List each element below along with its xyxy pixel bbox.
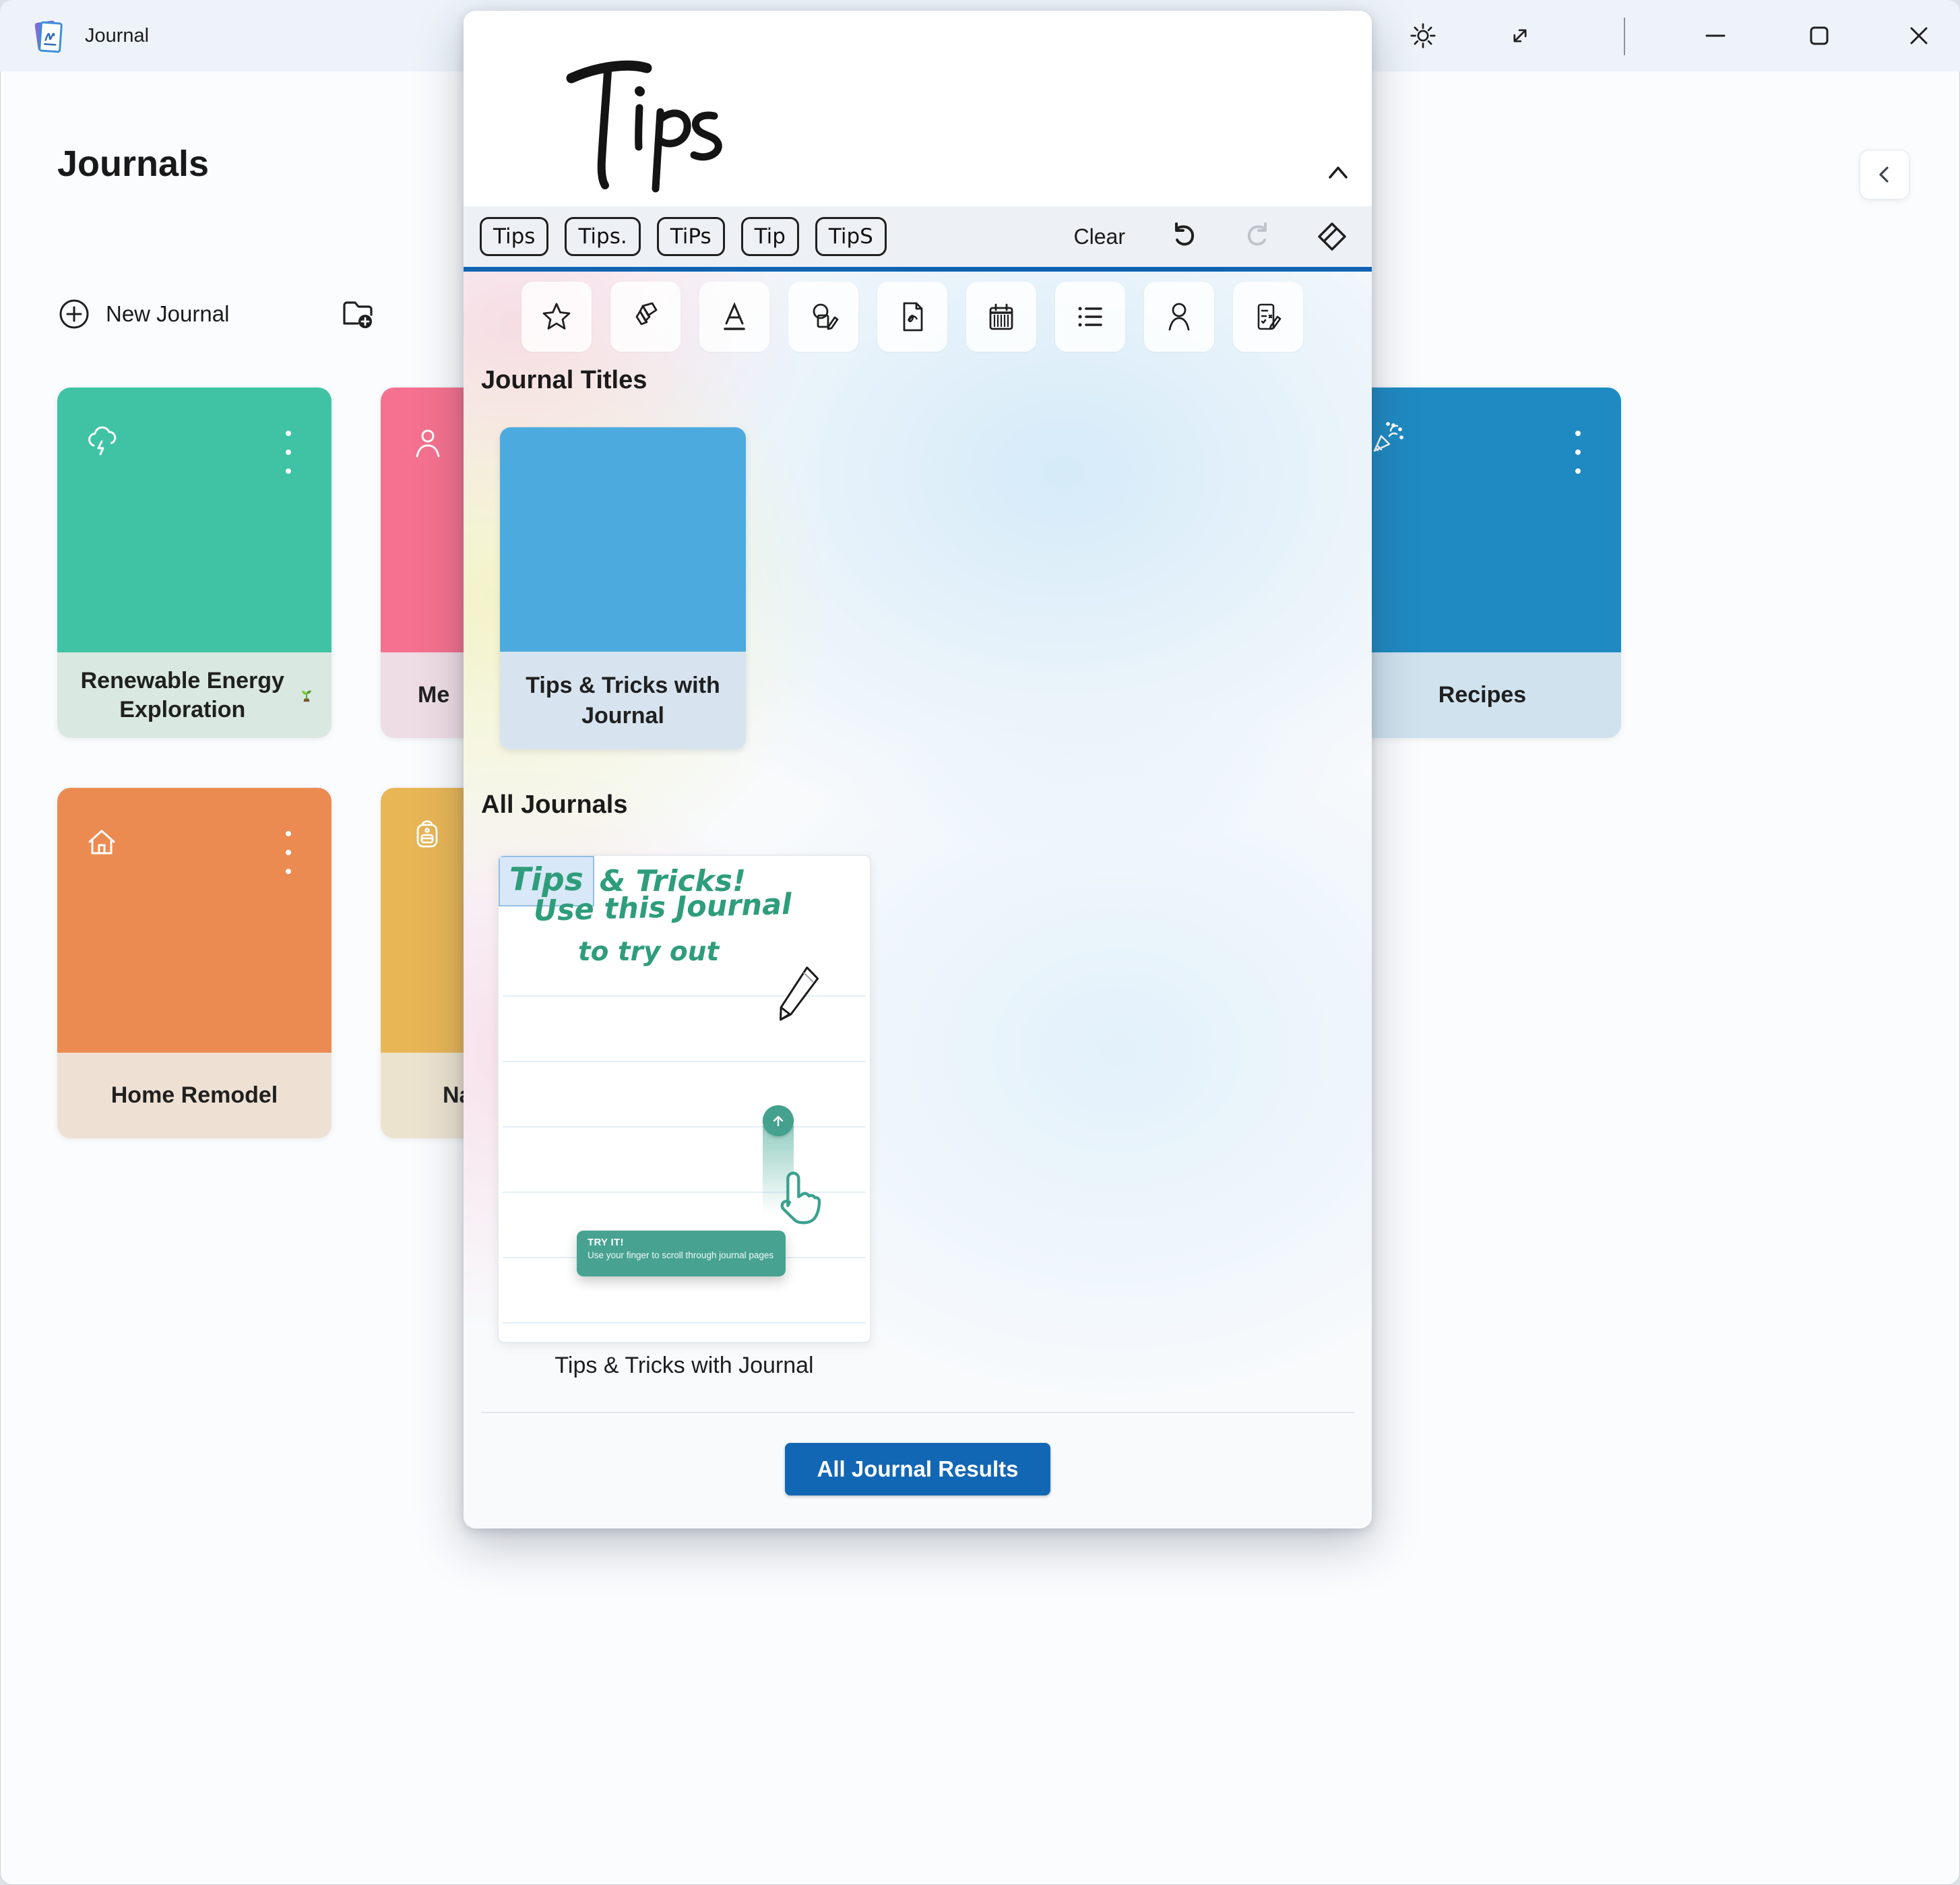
journal-card-home-remodel[interactable]: Home Remodel <box>57 788 331 1138</box>
cloud-lightning-icon <box>84 424 119 459</box>
star-icon <box>539 299 574 334</box>
results-divider <box>481 1412 1354 1413</box>
filter-text-button[interactable] <box>699 282 769 352</box>
filter-drawings-button[interactable] <box>788 282 858 352</box>
tooltip-body: Use your finger to scroll through journa… <box>588 1250 775 1260</box>
minimize-button[interactable] <box>1688 9 1742 63</box>
hand-gesture-icon <box>765 1165 833 1240</box>
filter-highlight-button[interactable] <box>610 282 681 352</box>
titlebar-divider <box>1624 18 1625 55</box>
filter-favorites-button[interactable] <box>521 282 592 352</box>
handwritten-query-tips <box>563 53 738 194</box>
person-icon <box>412 427 444 459</box>
all-journal-results-button[interactable]: All Journal Results <box>785 1443 1050 1495</box>
calendar-icon <box>984 299 1019 334</box>
tooltip-title: TRY IT! <box>588 1237 775 1248</box>
close-button[interactable] <box>1892 9 1946 63</box>
chevron-left-icon <box>1873 163 1896 186</box>
section-journal-titles: Journal Titles <box>481 366 647 395</box>
journal-page-result[interactable]: Use this Journal to try out Tips & Trick… <box>497 855 871 1343</box>
highlighter-icon <box>628 299 663 334</box>
expand-button[interactable] <box>1493 9 1547 63</box>
undo-button[interactable] <box>1168 221 1199 252</box>
card-title: Recipes <box>1439 681 1526 710</box>
section-all-journals: All Journals <box>481 791 628 820</box>
filter-lists-button[interactable] <box>1055 282 1125 352</box>
eraser-button[interactable] <box>1317 221 1348 252</box>
collapse-search-button[interactable] <box>1321 158 1356 187</box>
filter-dates-button[interactable] <box>966 282 1036 352</box>
card-menu-button[interactable] <box>275 427 302 478</box>
list-icon <box>1073 299 1108 334</box>
suggestion-chip[interactable]: TipS <box>815 217 887 256</box>
search-overlay: Tips Tips. TiPs Tip TipS Clear <box>464 11 1372 1528</box>
text-icon <box>717 299 752 334</box>
filter-people-button[interactable] <box>1144 282 1214 352</box>
new-journal-label: New Journal <box>106 301 229 327</box>
new-journal-button[interactable]: New Journal <box>57 294 229 334</box>
scroll-up-indicator <box>763 1105 794 1136</box>
page-handwriting-line1: Use this Journal <box>533 888 792 928</box>
checklist-pen-icon <box>1251 299 1286 334</box>
expand-icon <box>1507 22 1534 49</box>
new-folder-button[interactable] <box>334 291 379 336</box>
suggestion-chip[interactable]: Tips. <box>565 217 640 256</box>
filter-row <box>521 282 1303 352</box>
filter-pdf-button[interactable] <box>877 282 947 352</box>
party-popper-icon <box>1369 419 1407 456</box>
chevron-up-icon <box>1323 161 1353 184</box>
card-menu-button[interactable] <box>1564 427 1591 478</box>
page-result-caption: Tips & Tricks with Journal <box>497 1353 871 1379</box>
pen-illustration <box>769 960 825 1030</box>
redo-button[interactable] <box>1242 221 1273 252</box>
shapes-pen-icon <box>806 299 841 334</box>
journal-title-result[interactable]: Tips & Tricks with Journal <box>500 427 746 749</box>
journal-app-icon <box>30 18 66 54</box>
maximize-icon <box>1807 24 1831 48</box>
suggestion-chip[interactable]: Tips <box>480 217 548 256</box>
card-title: Renewable Energy Exploration <box>73 667 292 724</box>
try-it-tooltip: TRY IT! Use your finger to scroll throug… <box>577 1231 786 1276</box>
folder-plus-icon <box>337 294 376 333</box>
page-title: Journals <box>57 143 209 185</box>
gear-icon <box>1409 22 1437 50</box>
app-window: Journal Journals New Journal <box>0 0 1960 1885</box>
clear-button[interactable]: Clear <box>1074 224 1125 249</box>
person-icon <box>1162 299 1197 334</box>
card-title: Home Remodel <box>111 1081 278 1110</box>
result-title: Tips & Tricks with Journal <box>520 671 726 730</box>
journal-card-renewable-energy[interactable]: Renewable Energy Exploration <box>57 388 331 738</box>
handwriting-canvas[interactable] <box>464 11 1372 206</box>
maximize-button[interactable] <box>1792 9 1846 63</box>
settings-button[interactable] <box>1396 9 1450 63</box>
app-title: Journal <box>85 0 149 71</box>
page-handwriting-line2: to try out <box>578 937 719 967</box>
backpack-icon <box>409 815 445 851</box>
filter-forms-button[interactable] <box>1233 282 1303 352</box>
pdf-icon <box>895 299 930 334</box>
search-results-panel: Journal Titles Tips & Tricks with Journa… <box>464 272 1372 1528</box>
ink-panel-divider <box>464 267 1372 272</box>
suggestion-bar: Tips Tips. TiPs Tip TipS Clear <box>464 206 1372 267</box>
seedling-emoji <box>298 682 315 709</box>
suggestion-chip[interactable]: Tip <box>741 217 799 256</box>
plus-circle-icon <box>57 297 91 331</box>
suggestion-chip[interactable]: TiPs <box>657 217 725 256</box>
journal-card-recipes[interactable]: Recipes <box>1343 388 1621 738</box>
card-title: Me <box>418 681 449 710</box>
close-icon <box>1907 24 1931 48</box>
minimize-icon <box>1703 24 1728 48</box>
card-menu-button[interactable] <box>275 827 302 878</box>
home-icon <box>84 824 119 859</box>
collapse-panel-button[interactable] <box>1860 150 1909 199</box>
